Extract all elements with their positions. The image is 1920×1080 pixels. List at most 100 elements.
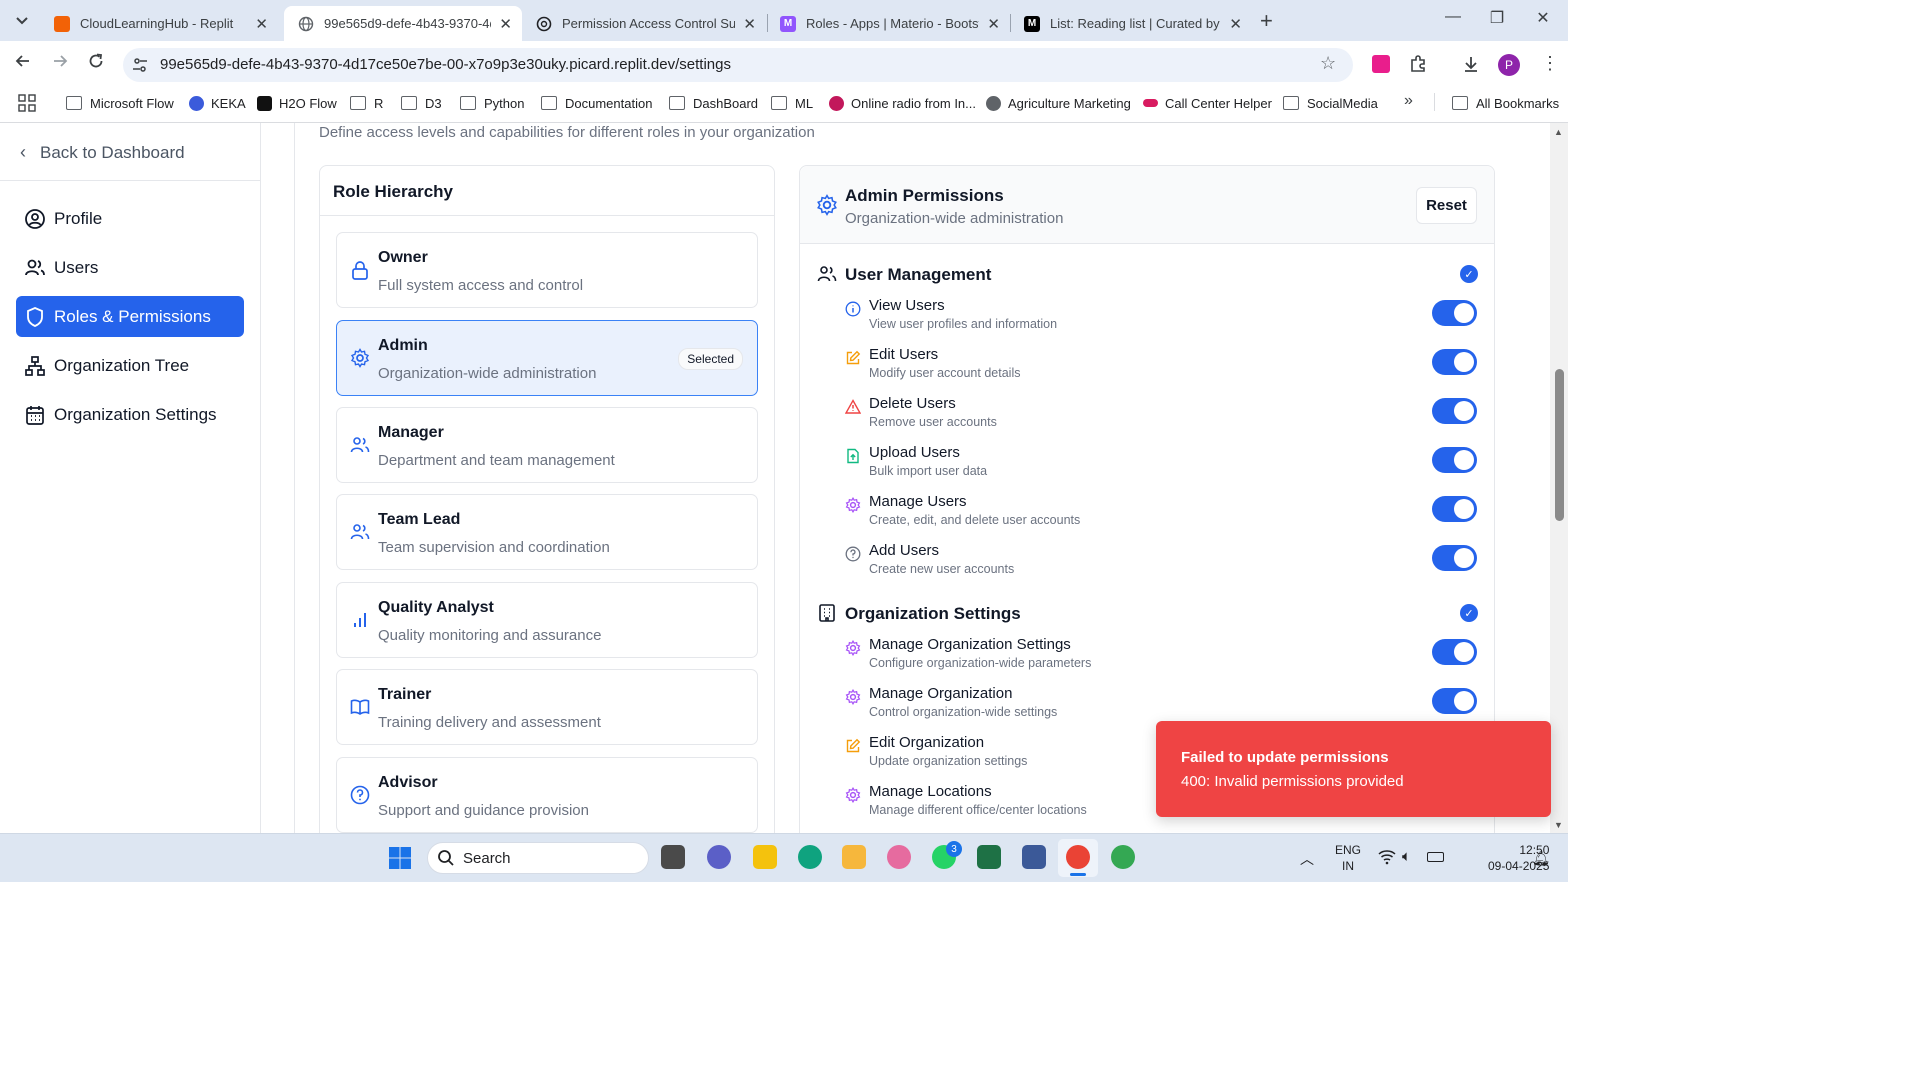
bookmark-microsoft-flow[interactable]: Microsoft Flow	[66, 93, 174, 113]
tab-settings-active[interactable]: 99e565d9-defe-4b43-9370-4d1 ✕	[284, 6, 522, 41]
folder-icon	[1452, 96, 1468, 110]
scroll-up-icon[interactable]: ▲	[1554, 127, 1563, 137]
tab-cloudlearninghub[interactable]: CloudLearningHub - Replit ✕	[40, 6, 278, 41]
bookmark-documentation[interactable]: Documentation	[541, 93, 652, 113]
manage-users-toggle[interactable]	[1432, 496, 1477, 522]
battery-icon[interactable]	[1427, 852, 1444, 862]
wifi-icon[interactable]	[1378, 849, 1396, 870]
forward-arrow-icon[interactable]	[51, 52, 69, 75]
reset-button[interactable]: Reset	[1416, 187, 1477, 224]
upload-users-toggle[interactable]	[1432, 447, 1477, 473]
chatgpt-icon	[536, 16, 552, 32]
section-check-icon[interactable]: ✓	[1460, 265, 1478, 283]
site-info-icon[interactable]	[131, 56, 149, 79]
notification-bell-icon[interactable]: 🔔︎	[1532, 850, 1550, 867]
sticky-notes-icon[interactable]	[753, 845, 777, 869]
back-arrow-icon[interactable]	[14, 52, 32, 75]
bookmark-call-center-helper[interactable]: Call Center Helper	[1143, 93, 1272, 113]
chevron-up-icon[interactable]: ︿	[1300, 849, 1314, 869]
network-app-icon[interactable]	[1022, 845, 1046, 869]
scroll-down-icon[interactable]: ▼	[1554, 820, 1563, 830]
bookmark-dashboard[interactable]: DashBoard	[669, 93, 758, 113]
error-toast[interactable]	[1156, 721, 1551, 817]
sidebar-item-users[interactable]: Users	[16, 247, 244, 288]
role-description: Support and guidance provision	[378, 802, 589, 819]
bookmark-keka[interactable]: KEKA	[189, 93, 246, 113]
chrome-profile-icon[interactable]	[1111, 845, 1135, 869]
sidebar-item-roles-permissions[interactable]: Roles & Permissions	[16, 296, 244, 337]
role-card-team-lead[interactable]: Team Lead Team supervision and coordinat…	[336, 494, 758, 570]
role-card-advisor[interactable]: Advisor Support and guidance provision	[336, 757, 758, 833]
sidebar-item-organization-tree[interactable]: Organization Tree	[16, 345, 244, 386]
tab-reading-list[interactable]: M List: Reading list | Curated by Pr ✕	[1010, 6, 1252, 41]
bookmark-h2o-flow[interactable]: H2O Flow	[257, 93, 337, 113]
edit-users-toggle[interactable]	[1432, 349, 1477, 375]
bookmark-star-icon[interactable]: ☆	[1320, 53, 1336, 74]
all-bookmarks[interactable]: All Bookmarks	[1452, 93, 1559, 113]
taskbar-search[interactable]	[427, 842, 649, 874]
close-window-button[interactable]: ✕	[1520, 8, 1566, 28]
profile-avatar[interactable]: P	[1498, 54, 1520, 76]
section-check-icon[interactable]: ✓	[1460, 604, 1478, 622]
close-tab-icon[interactable]: ✕	[255, 15, 268, 33]
replit-icon	[54, 15, 70, 32]
reload-icon[interactable]	[87, 52, 105, 75]
sidebar-item-organization-settings[interactable]: Organization Settings	[16, 394, 244, 435]
teams-chat-icon[interactable]	[707, 845, 731, 869]
close-tab-icon[interactable]: ✕	[743, 15, 756, 33]
new-tab-button[interactable]: +	[1260, 8, 1273, 34]
chrome-icon[interactable]	[1066, 845, 1090, 869]
tab-permission-access[interactable]: Permission Access Control Sugg ✕	[522, 6, 766, 41]
sidebar-item-profile[interactable]: Profile	[16, 198, 244, 239]
tab-search-icon[interactable]	[12, 10, 32, 30]
bookmark-agriculture-marketing[interactable]: Agriculture Marketing	[986, 93, 1131, 113]
role-card-admin[interactable]: Admin Organization-wide administration S…	[336, 320, 758, 396]
edge-icon[interactable]	[798, 845, 822, 869]
globe-icon	[986, 95, 1001, 111]
restore-button[interactable]: ❐	[1474, 8, 1520, 28]
role-card-manager[interactable]: Manager Department and team management	[336, 407, 758, 483]
copilot-icon[interactable]	[887, 845, 911, 869]
download-icon[interactable]	[1461, 54, 1481, 79]
bookmark-d3[interactable]: D3	[401, 93, 442, 113]
close-tab-icon[interactable]: ✕	[499, 15, 512, 33]
bookmark-socialmedia[interactable]: SocialMedia	[1283, 93, 1378, 113]
bookmark-ml[interactable]: ML	[771, 93, 813, 113]
close-tab-icon[interactable]: ✕	[1229, 15, 1242, 33]
view-users-toggle[interactable]	[1432, 300, 1477, 326]
delete-users-toggle[interactable]	[1432, 398, 1477, 424]
scrollbar-thumb[interactable]	[1555, 369, 1564, 521]
extension-icon[interactable]	[1372, 55, 1390, 73]
role-card-owner[interactable]: Owner Full system access and control	[336, 232, 758, 308]
permission-row-upload-users: Upload Users Bulk import user data	[845, 444, 1485, 484]
excel-icon[interactable]	[977, 845, 1001, 869]
permission-row-edit-users: Edit Users Modify user account details	[845, 346, 1485, 386]
add-users-toggle[interactable]	[1432, 545, 1477, 571]
tab-materio-roles[interactable]: M Roles - Apps | Materio - Bootstr ✕	[766, 6, 1010, 41]
bookmark-r[interactable]: R	[350, 93, 383, 113]
language-indicator[interactable]: ENG IN	[1335, 842, 1361, 874]
section-title-organization-settings: Organization Settings	[845, 604, 1021, 623]
extensions-puzzle-icon[interactable]	[1408, 54, 1428, 79]
volume-icon[interactable]: 🔈︎	[1402, 848, 1411, 865]
back-to-dashboard-link[interactable]: ‹ Back to Dashboard	[20, 142, 185, 163]
url-text[interactable]: 99e565d9-defe-4b43-9370-4d17ce50e7be-00-…	[160, 56, 731, 73]
role-card-trainer[interactable]: Trainer Training delivery and assessment	[336, 669, 758, 745]
menu-dots-icon[interactable]: ⋮	[1541, 53, 1559, 74]
users-icon	[817, 264, 837, 284]
apps-grid-icon[interactable]	[18, 94, 36, 117]
more-bookmarks-icon[interactable]: »	[1404, 92, 1413, 110]
manage-organization-settings-toggle[interactable]	[1432, 639, 1477, 665]
bookmark-online-radio[interactable]: Online radio from In...	[829, 93, 976, 113]
bookmark-python[interactable]: Python	[460, 93, 524, 113]
role-card-quality-analyst[interactable]: Quality Analyst Quality monitoring and a…	[336, 582, 758, 658]
permissions-title: Admin Permissions	[845, 186, 1004, 205]
toast-title: Failed to update permissions	[1181, 749, 1389, 766]
close-tab-icon[interactable]: ✕	[987, 15, 1000, 33]
permission-row-manage-organization-settings: Manage Organization Settings Configure o…	[845, 636, 1485, 676]
manage-organization-toggle[interactable]	[1432, 688, 1477, 714]
windows-start-icon[interactable]	[388, 846, 412, 875]
minimize-button[interactable]: —	[1430, 8, 1476, 26]
file-explorer-icon[interactable]	[842, 845, 866, 869]
task-view-icon[interactable]	[661, 845, 685, 869]
